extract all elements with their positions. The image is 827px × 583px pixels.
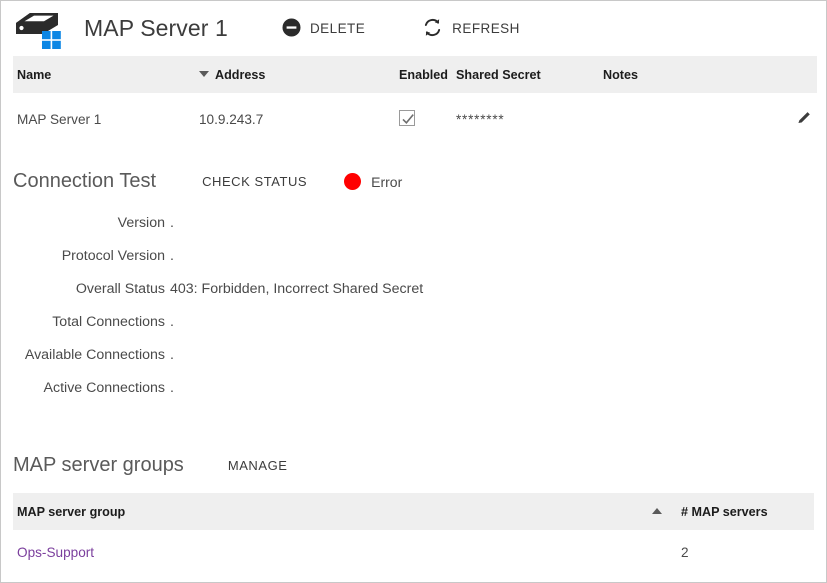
field-protocol-version: Protocol Version . bbox=[13, 248, 814, 264]
cell-spacer bbox=[639, 530, 681, 576]
manage-button[interactable]: MANAGE bbox=[226, 454, 290, 477]
field-version: Version . bbox=[13, 215, 814, 231]
column-header-actions bbox=[777, 56, 817, 93]
connection-status: Error bbox=[344, 173, 402, 190]
group-sort-indicator[interactable] bbox=[639, 493, 681, 530]
delete-button-label: DELETE bbox=[309, 21, 366, 36]
groups-table: MAP server group # MAP servers Ops-Suppo… bbox=[13, 493, 814, 576]
column-header-group-name-label: MAP server group bbox=[17, 504, 126, 519]
cell-name: MAP Server 1 bbox=[13, 93, 199, 146]
refresh-button[interactable]: REFRESH bbox=[416, 13, 526, 45]
groups-title: MAP server groups bbox=[13, 454, 184, 476]
field-version-label: Version bbox=[117, 215, 165, 231]
status-label: Error bbox=[371, 173, 403, 190]
table-row[interactable]: Ops-Support 2 bbox=[13, 530, 814, 576]
column-header-shared-secret-label: Shared Secret bbox=[456, 67, 541, 82]
field-overall-status-label: Overall Status bbox=[75, 281, 165, 297]
group-link-ops-support[interactable]: Ops-Support bbox=[17, 545, 94, 560]
column-header-name-label: Name bbox=[17, 67, 52, 82]
pencil-icon bbox=[796, 112, 813, 130]
shared-secret-mask: ******** bbox=[456, 111, 505, 127]
field-version-value: . bbox=[170, 215, 174, 231]
field-active-connections: Active Connections . bbox=[13, 380, 814, 396]
refresh-button-label: REFRESH bbox=[452, 21, 520, 36]
field-active-connections-value: . bbox=[170, 380, 174, 396]
column-header-address[interactable]: Address bbox=[199, 56, 399, 93]
field-total-connections-value: . bbox=[170, 314, 174, 330]
cell-server-count: 2 bbox=[681, 530, 814, 576]
sort-descending-icon bbox=[199, 71, 209, 77]
field-total-connections-label: Total Connections bbox=[52, 314, 165, 330]
connection-test-fields: Version . Protocol Version . Overall Sta… bbox=[13, 215, 814, 396]
column-header-enabled[interactable]: Enabled bbox=[399, 56, 456, 93]
field-overall-status-value: 403: Forbidden, Incorrect Shared Secret bbox=[170, 281, 424, 297]
field-available-connections: Available Connections . bbox=[13, 347, 814, 363]
edit-button[interactable] bbox=[794, 108, 815, 129]
table-row[interactable]: MAP Server 1 10.9.243.7 ******** bbox=[13, 93, 817, 146]
field-protocol-version-value: . bbox=[170, 248, 174, 264]
enabled-checkbox[interactable] bbox=[399, 109, 415, 126]
page-header: MAP Server 1 DELETE REFRESH bbox=[1, 1, 826, 56]
cell-actions bbox=[777, 93, 817, 146]
sort-ascending-icon bbox=[652, 508, 662, 514]
server-count-value: 2 bbox=[681, 545, 689, 560]
connection-test-header: Connection Test CHECK STATUS Error bbox=[13, 170, 814, 193]
cell-enabled bbox=[399, 93, 456, 146]
server-table: Name Address Enabled Shared Secret Notes bbox=[13, 56, 817, 146]
cell-group-name: Ops-Support bbox=[13, 530, 639, 576]
field-overall-status: Overall Status 403: Forbidden, Incorrect… bbox=[13, 281, 814, 297]
status-dot-error bbox=[344, 173, 362, 190]
connection-test-title: Connection Test bbox=[13, 170, 157, 192]
groups-header: MAP server groups MANAGE bbox=[13, 454, 814, 477]
column-header-name[interactable]: Name bbox=[13, 56, 199, 93]
windows-server-icon bbox=[12, 7, 70, 51]
field-available-connections-value: . bbox=[170, 347, 174, 363]
minus-circle-icon bbox=[282, 18, 301, 40]
cell-address: 10.9.243.7 bbox=[199, 93, 399, 146]
check-status-button[interactable]: CHECK STATUS bbox=[200, 170, 309, 193]
page-title: MAP Server 1 bbox=[84, 15, 228, 41]
column-header-shared-secret[interactable]: Shared Secret bbox=[456, 56, 603, 93]
field-total-connections: Total Connections . bbox=[13, 314, 814, 330]
column-header-server-count-label: # MAP servers bbox=[681, 504, 768, 519]
column-header-notes-label: Notes bbox=[603, 67, 638, 82]
delete-button[interactable]: DELETE bbox=[276, 14, 371, 44]
map-server-groups-section: MAP server groups MANAGE MAP server grou… bbox=[1, 454, 826, 576]
table-header-row: Name Address Enabled Shared Secret Notes bbox=[13, 56, 817, 93]
server-table-container: Name Address Enabled Shared Secret Notes bbox=[1, 56, 826, 146]
column-header-group-name[interactable]: MAP server group bbox=[13, 493, 639, 530]
column-header-notes[interactable]: Notes bbox=[603, 56, 777, 93]
column-header-enabled-label: Enabled bbox=[399, 67, 448, 82]
groups-header-row: MAP server group # MAP servers bbox=[13, 493, 814, 530]
column-header-address-label: Address bbox=[215, 67, 266, 82]
field-available-connections-label: Available Connections bbox=[24, 347, 165, 363]
refresh-icon bbox=[422, 17, 443, 41]
column-header-server-count[interactable]: # MAP servers bbox=[681, 493, 814, 530]
field-active-connections-label: Active Connections bbox=[43, 380, 165, 396]
map-server-detail-page: MAP Server 1 DELETE REFRESH Name Address… bbox=[0, 0, 827, 583]
cell-shared-secret: ******** bbox=[456, 93, 603, 146]
cell-notes bbox=[603, 93, 777, 146]
connection-test-section: Connection Test CHECK STATUS Error Versi… bbox=[1, 170, 826, 396]
field-protocol-version-label: Protocol Version bbox=[61, 248, 165, 264]
